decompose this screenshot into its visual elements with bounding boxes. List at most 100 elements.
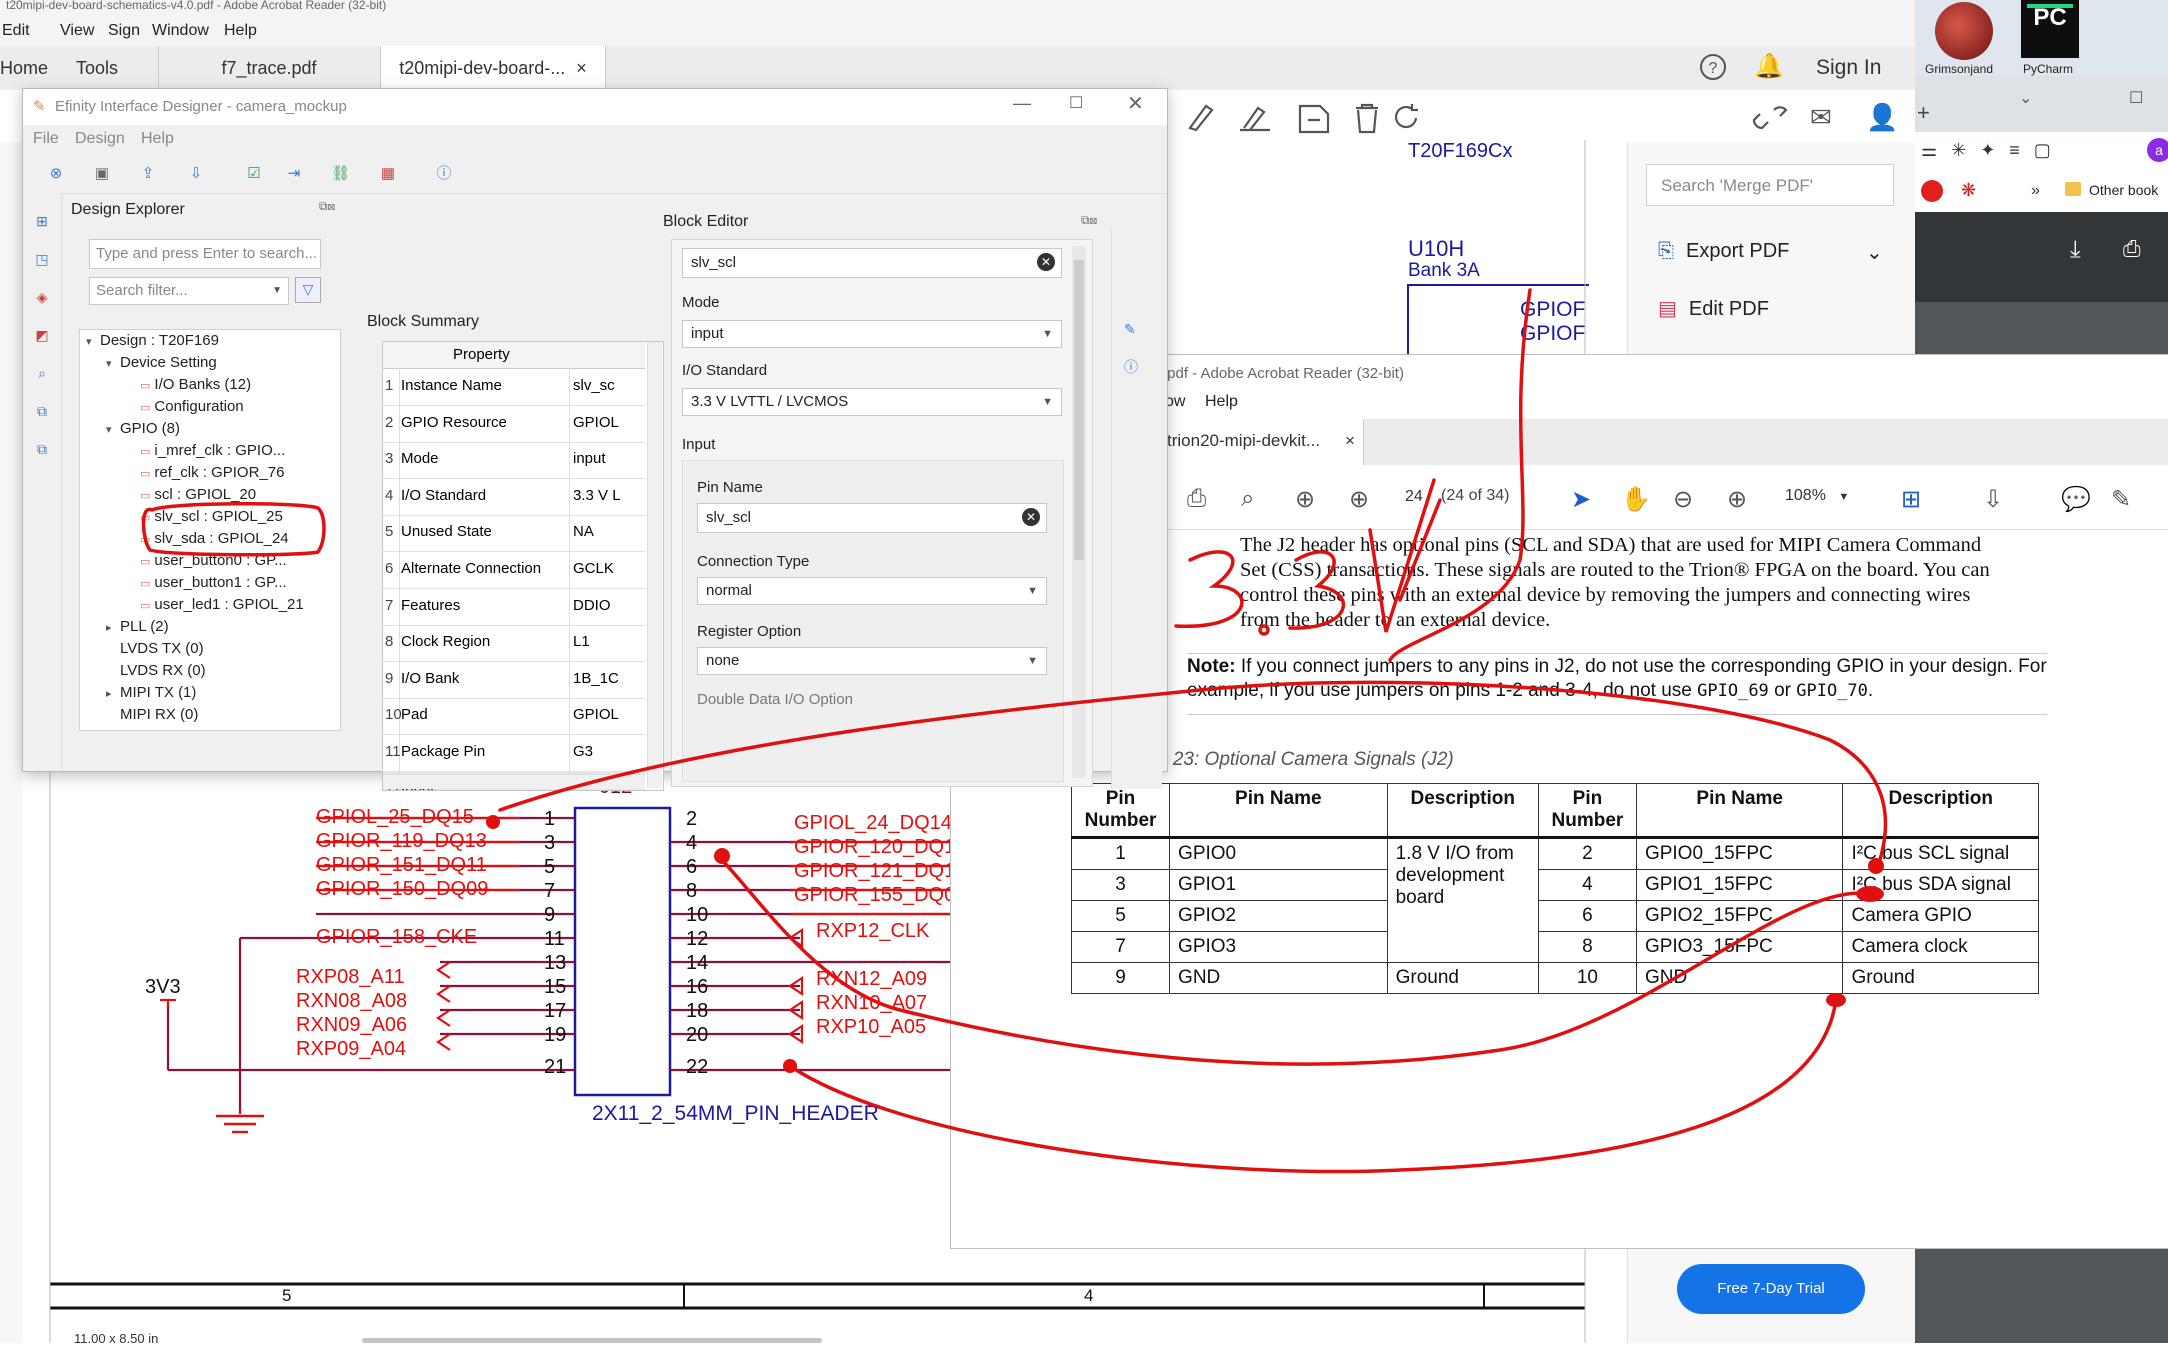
paste-icon[interactable]: ⧉ bbox=[33, 441, 51, 459]
menu-window[interactable]: ow bbox=[1165, 393, 1185, 411]
instance-name-input[interactable]: slv_scl ✕ bbox=[682, 248, 1062, 278]
link-icon[interactable]: ⛓ bbox=[331, 165, 350, 183]
fit-page-icon[interactable]: ⊞ bbox=[1901, 485, 1921, 514]
report-icon[interactable]: ▦ bbox=[379, 165, 397, 183]
connection-type-select[interactable]: normal ▼ bbox=[697, 577, 1047, 605]
mode-select[interactable]: input ▼ bbox=[682, 320, 1062, 348]
tree-item[interactable]: LVDS RX (0) bbox=[106, 662, 206, 679]
table-row[interactable]: 9 I/O Bank 1B_1C bbox=[383, 660, 645, 699]
close-icon[interactable]: ✕ bbox=[1127, 91, 1144, 116]
search-icon[interactable]: ⌕ bbox=[33, 365, 51, 383]
tree-item[interactable]: LVDS TX (0) bbox=[106, 640, 204, 657]
pin-name: GPIO2 bbox=[1169, 900, 1388, 932]
generate-icon[interactable]: ⇥ bbox=[285, 165, 303, 183]
save-icon[interactable]: ▣ bbox=[93, 165, 111, 183]
block-summary-title: Block Summary bbox=[367, 313, 480, 330]
select-cursor-icon[interactable]: ➤ bbox=[1571, 485, 1591, 514]
tree-item[interactable]: ▭ scl : GPIOL_20 bbox=[126, 486, 256, 503]
zoom-select[interactable]: 108% ▼ bbox=[1785, 487, 1849, 505]
tree-item[interactable]: ▭ slv_scl : GPIOL_25 bbox=[126, 508, 283, 525]
close-icon[interactable]: × bbox=[1345, 431, 1355, 451]
scroll-mode-icon[interactable]: ⇩ bbox=[1983, 485, 2003, 514]
horizontal-scrollbar[interactable] bbox=[362, 1338, 822, 1343]
page-down-icon[interactable]: ⊕ bbox=[1349, 485, 1369, 514]
tree-item[interactable]: ▸ PLL (2) bbox=[106, 618, 169, 635]
clear-icon[interactable]: ✕ bbox=[1022, 508, 1040, 526]
tree-item[interactable]: ▭ i_mref_clk : GPIO... bbox=[126, 442, 285, 459]
tree-item[interactable]: ▭ I/O Banks (12) bbox=[126, 376, 251, 393]
table-row[interactable]: 1 Instance Name slv_sc bbox=[383, 368, 645, 406]
panel-float-close-icon[interactable]: ⧉⊠ bbox=[319, 199, 335, 214]
add-block-icon[interactable]: ⊞ bbox=[33, 213, 51, 231]
page-number-input[interactable]: 24 bbox=[1405, 483, 1441, 511]
hand-tool-icon[interactable]: ✋ bbox=[1621, 485, 1651, 514]
vertical-scrollbar[interactable] bbox=[1072, 246, 1086, 778]
help-icon[interactable]: ⓘ bbox=[435, 165, 453, 183]
table-row[interactable]: 2 GPIO Resource GPIOL bbox=[383, 404, 645, 443]
delete-icon[interactable]: ◈ bbox=[33, 289, 51, 307]
expand-arrow-icon[interactable]: ▾ bbox=[86, 335, 100, 348]
table-row: 9 GND Ground 10 GND Ground bbox=[1070, 962, 2039, 994]
tree-item-label: user_led1 : GPIOL_21 bbox=[154, 596, 304, 613]
highlight-pen-icon[interactable]: ✎ bbox=[2111, 485, 2131, 514]
design-search-input[interactable]: Type and press Enter to search... bbox=[89, 239, 321, 269]
register-option-select[interactable]: none ▼ bbox=[697, 647, 1047, 675]
table-row[interactable]: 8 Clock Region L1 bbox=[383, 624, 645, 663]
tree-item[interactable]: ▸ MIPI TX (1) bbox=[106, 684, 196, 701]
note-label: Note: bbox=[1187, 656, 1236, 677]
import-icon[interactable]: ⇩ bbox=[187, 165, 205, 183]
pin-description: I²C bus SCL signal bbox=[1842, 837, 2039, 870]
expand-arrow-icon[interactable]: ▸ bbox=[106, 621, 120, 634]
table-row[interactable]: 10 Pad GPIOL bbox=[383, 697, 645, 736]
print-icon[interactable]: ⎙ bbox=[1187, 485, 1206, 513]
copy-icon[interactable]: ⧉ bbox=[33, 403, 51, 421]
tree-item[interactable]: ▭ ref_clk : GPIOR_76 bbox=[126, 464, 284, 481]
tree-item[interactable]: ▭ user_led1 : GPIOL_21 bbox=[126, 596, 304, 613]
expand-arrow-icon[interactable]: ▾ bbox=[106, 423, 120, 436]
tree-item[interactable]: MIPI RX (0) bbox=[106, 706, 198, 723]
edit-icon[interactable]: ✎ bbox=[1124, 321, 1136, 338]
tree-item[interactable]: ▭ user_button1 : GP... bbox=[126, 574, 287, 591]
tree-item[interactable]: ▾ GPIO (8) bbox=[106, 420, 180, 437]
pin-name-input[interactable]: slv_scl ✕ bbox=[697, 503, 1047, 533]
tree-item[interactable]: ▾ Design : T20F169 bbox=[86, 332, 219, 349]
expand-arrow-icon[interactable]: ▾ bbox=[106, 357, 120, 370]
page-up-icon[interactable]: ⊕ bbox=[1295, 485, 1315, 514]
tree-item[interactable]: ▾ Device Setting bbox=[106, 354, 217, 371]
menu-help[interactable]: Help bbox=[141, 130, 174, 148]
tab-trion20-devkit[interactable]: trion20-mipi-devkit... × bbox=[1163, 419, 1364, 465]
table-row[interactable]: 6 Alternate Connection GCLK bbox=[383, 551, 645, 589]
help-icon[interactable]: ⓘ bbox=[1124, 357, 1138, 377]
filter-icon[interactable]: ▽ bbox=[295, 277, 321, 303]
table-row[interactable]: 3 Mode input bbox=[383, 441, 645, 480]
menu-file[interactable]: File bbox=[33, 130, 59, 148]
minimize-icon[interactable]: — bbox=[1013, 93, 1031, 114]
maximize-icon[interactable]: ☐ bbox=[1069, 93, 1083, 113]
tree-item[interactable]: ▭ slv_sda : GPIOL_24 bbox=[126, 530, 289, 547]
create-icon[interactable]: ◳ bbox=[33, 251, 51, 269]
expand-arrow-icon[interactable]: ▸ bbox=[106, 687, 120, 700]
comment-icon[interactable]: 💬 bbox=[2061, 485, 2091, 514]
io-standard-select[interactable]: 3.3 V LVTTL / LVCMOS ▼ bbox=[682, 388, 1062, 416]
horizontal-scrollbar[interactable] bbox=[383, 774, 645, 789]
tree-item[interactable]: ▭ user_button0 : GP... bbox=[126, 552, 287, 569]
menu-help[interactable]: Help bbox=[1205, 393, 1238, 411]
export-icon[interactable]: ⇪ bbox=[139, 165, 157, 183]
search-filter-input[interactable]: Search filter... ▼ bbox=[89, 277, 289, 305]
table-row[interactable]: 5 Unused State NA bbox=[383, 514, 645, 553]
remove-icon[interactable]: ◩ bbox=[33, 327, 51, 345]
table-row[interactable]: 4 I/O Standard 3.3 V L bbox=[383, 477, 645, 516]
menu-design[interactable]: Design bbox=[75, 130, 125, 148]
table-row[interactable]: 7 Features DDIO bbox=[383, 587, 645, 626]
close-design-icon[interactable]: ⊗ bbox=[47, 165, 65, 183]
table-row[interactable]: 11 Package Pin G3 bbox=[383, 734, 645, 772]
check-icon[interactable]: ☑ bbox=[245, 165, 263, 183]
panel-float-close-icon[interactable]: ⧉⊠ bbox=[1081, 213, 1097, 228]
clear-icon[interactable]: ✕ bbox=[1037, 253, 1055, 271]
vertical-scrollbar[interactable] bbox=[647, 342, 662, 788]
tree-item[interactable]: ▭ Configuration bbox=[126, 398, 244, 415]
zoom-in-icon[interactable]: ⊕ bbox=[1727, 485, 1747, 514]
pin-number: 10 bbox=[686, 904, 709, 926]
zoom-search-icon[interactable]: ⌕ bbox=[1241, 485, 1254, 513]
zoom-out-icon[interactable]: ⊖ bbox=[1673, 485, 1693, 514]
